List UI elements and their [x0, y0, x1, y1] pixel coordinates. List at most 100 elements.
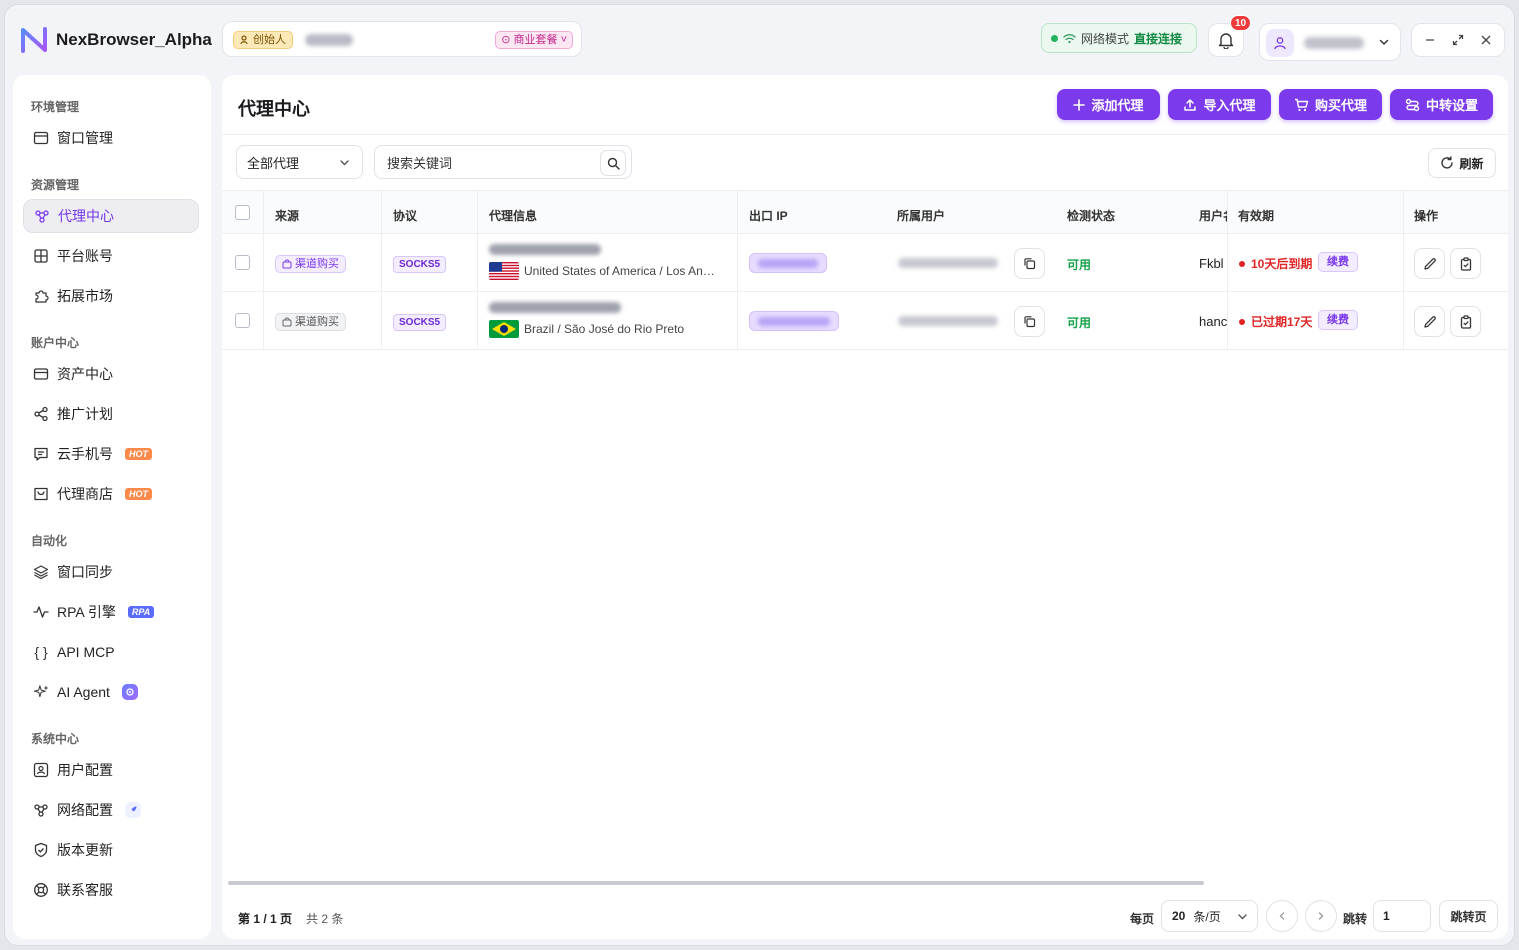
search-placeholder: 搜索关键词 — [387, 155, 453, 171]
check-proxy-button[interactable] — [1450, 306, 1481, 337]
edit-button[interactable] — [1414, 248, 1445, 279]
check-proxy-button[interactable] — [1450, 248, 1481, 279]
wifi-icon — [1063, 33, 1076, 43]
sidebar-item-label: 用户配置 — [57, 762, 113, 778]
sidebar-item-extension-market[interactable]: 拓展市场 — [23, 279, 199, 313]
proxy-username: Fkbl — [1199, 256, 1224, 271]
close-button[interactable] — [1475, 29, 1497, 51]
renew-button[interactable]: 续费 — [1318, 252, 1358, 272]
select-all-checkbox[interactable] — [235, 205, 250, 220]
jump-page-button[interactable]: 跳转页 — [1439, 900, 1498, 932]
sidebar-item-network-config[interactable]: 网络配置 — [23, 793, 199, 827]
sidebar-item-window-sync[interactable]: 窗口同步 — [23, 555, 199, 589]
column-header-owner: 所属用户 — [897, 209, 946, 223]
sidebar-item-label: 代理中心 — [58, 208, 114, 224]
expiry-dot-icon — [1239, 318, 1245, 325]
sidebar-item-label: 网络配置 — [57, 802, 113, 818]
row-checkbox[interactable] — [235, 313, 250, 328]
copy-button[interactable] — [1014, 248, 1045, 279]
column-header-proxy-info: 代理信息 — [489, 209, 538, 223]
main-panel: 代理中心 添加代理 导入代理 购买代理 中转设置 全部代理 搜索关键词 刷新 来… — [222, 75, 1508, 939]
buy-proxy-button[interactable]: 购买代理 — [1279, 89, 1382, 120]
sidebar-item-window-management[interactable]: 窗口管理 — [23, 121, 199, 155]
table-row: 渠道购买 SOCKS5 United States of America / L… — [222, 234, 1508, 292]
app-logo-icon — [21, 27, 47, 53]
share-icon — [34, 406, 48, 422]
maximize-button[interactable] — [1447, 29, 1469, 51]
import-proxy-button[interactable]: 导入代理 — [1168, 89, 1271, 120]
add-proxy-button[interactable]: 添加代理 — [1057, 89, 1160, 120]
search-button[interactable] — [600, 150, 626, 176]
copy-button[interactable] — [1014, 306, 1045, 337]
pulse-icon — [33, 606, 49, 618]
edit-button[interactable] — [1414, 306, 1445, 337]
source-tag: 渠道购买 — [275, 255, 346, 273]
sidebar-item-user-config[interactable]: 用户配置 — [23, 753, 199, 787]
lifebuoy-icon — [34, 883, 48, 897]
per-page-value: 20 — [1172, 909, 1186, 923]
avatar — [1266, 29, 1294, 57]
prev-page-button[interactable] — [1266, 900, 1298, 932]
sidebar-item-proxy-center[interactable]: 代理中心 — [23, 199, 199, 233]
sidebar-item-ai-agent[interactable]: AI Agent — [23, 675, 199, 709]
per-page-unit: 条/页 — [1193, 909, 1221, 924]
clipboard-check-icon — [1460, 314, 1471, 329]
sidebar-item-version-update[interactable]: 版本更新 — [23, 833, 199, 867]
minimize-button[interactable] — [1419, 29, 1441, 51]
sidebar-item-proxy-store[interactable]: 代理商店 HOT — [23, 477, 199, 511]
search-input[interactable]: 搜索关键词 — [374, 145, 632, 179]
column-header-exit-ip: 出口 IP — [749, 209, 788, 223]
next-page-button[interactable] — [1305, 900, 1337, 932]
workspace-switcher[interactable]: 创始人 ⊙ 商业套餐 ˅ — [222, 21, 582, 57]
buy-proxy-label: 购买代理 — [1314, 98, 1367, 113]
workspace-name-redacted — [305, 34, 353, 46]
table-header: 来源 协议 代理信息 出口 IP 所属用户 检测状态 用户名 有效期 操作 — [222, 190, 1508, 234]
status-dot-icon — [1051, 34, 1058, 42]
proxy-filter-select[interactable]: 全部代理 — [236, 145, 363, 179]
column-header-expiry: 有效期 — [1238, 209, 1275, 223]
sidebar-item-referral-program[interactable]: 推广计划 — [23, 397, 199, 431]
total-count: 共 2 条 — [306, 912, 344, 926]
column-header-check-status: 检测状态 — [1067, 209, 1116, 223]
sidebar-item-contact-support[interactable]: 联系客服 — [23, 873, 199, 907]
chevron-right-icon — [1318, 912, 1324, 920]
relay-settings-label: 中转设置 — [1425, 98, 1478, 113]
proxy-host-redacted — [489, 302, 621, 313]
app-window: NexBrowser_Alpha 创始人 ⊙ 商业套餐 ˅ 网络模式 直接连接 … — [4, 4, 1515, 946]
row-checkbox[interactable] — [235, 255, 250, 270]
sidebar-item-cloud-phone[interactable]: 云手机号 HOT — [23, 437, 199, 471]
sidebar-item-platform-accounts[interactable]: 平台账号 — [23, 239, 199, 273]
sidebar-item-label: 资产中心 — [57, 366, 113, 382]
relay-settings-button[interactable]: 中转设置 — [1390, 89, 1493, 120]
expiry-text: 10天后到期 — [1251, 257, 1313, 271]
search-icon — [607, 157, 620, 170]
sidebar-item-label: 联系客服 — [57, 882, 113, 898]
sidebar-item-api-mcp[interactable]: { } API MCP — [23, 635, 199, 669]
grid-icon — [34, 249, 48, 263]
renew-button[interactable]: 续费 — [1318, 310, 1358, 330]
per-page-select[interactable]: 20 条/页 — [1161, 900, 1258, 932]
source-tag: 渠道购买 — [275, 313, 346, 331]
bell-icon — [1218, 32, 1234, 49]
plan-badge[interactable]: ⊙ 商业套餐 ˅ — [495, 31, 573, 49]
owner-redacted — [898, 316, 998, 326]
sidebar-item-label: 版本更新 — [57, 842, 113, 858]
pencil-icon — [1423, 257, 1436, 270]
sidebar-item-rpa-engine[interactable]: RPA 引擎 RPA — [23, 595, 199, 629]
horizontal-scrollbar[interactable] — [228, 881, 1204, 885]
sidebar-item-asset-center[interactable]: 资产中心 — [23, 357, 199, 391]
refresh-button[interactable]: 刷新 — [1428, 148, 1496, 178]
column-header-source: 来源 — [275, 209, 300, 223]
pencil-icon — [1423, 315, 1436, 328]
protocol-tag: SOCKS5 — [393, 314, 447, 331]
us-flag-icon — [489, 262, 519, 280]
sidebar-section-title: 资源管理 — [31, 178, 80, 192]
sidebar-item-label: 推广计划 — [57, 406, 113, 422]
user-menu[interactable] — [1259, 23, 1401, 61]
source-tag-label: 渠道购买 — [295, 258, 339, 270]
sidebar-section-title: 系统中心 — [31, 732, 80, 746]
jump-page-input[interactable]: 1 — [1373, 900, 1431, 932]
sidebar-item-label: 窗口管理 — [57, 130, 113, 146]
network-mode-pill[interactable]: 网络模式 直接连接 — [1041, 23, 1197, 53]
relay-icon — [1405, 98, 1420, 111]
